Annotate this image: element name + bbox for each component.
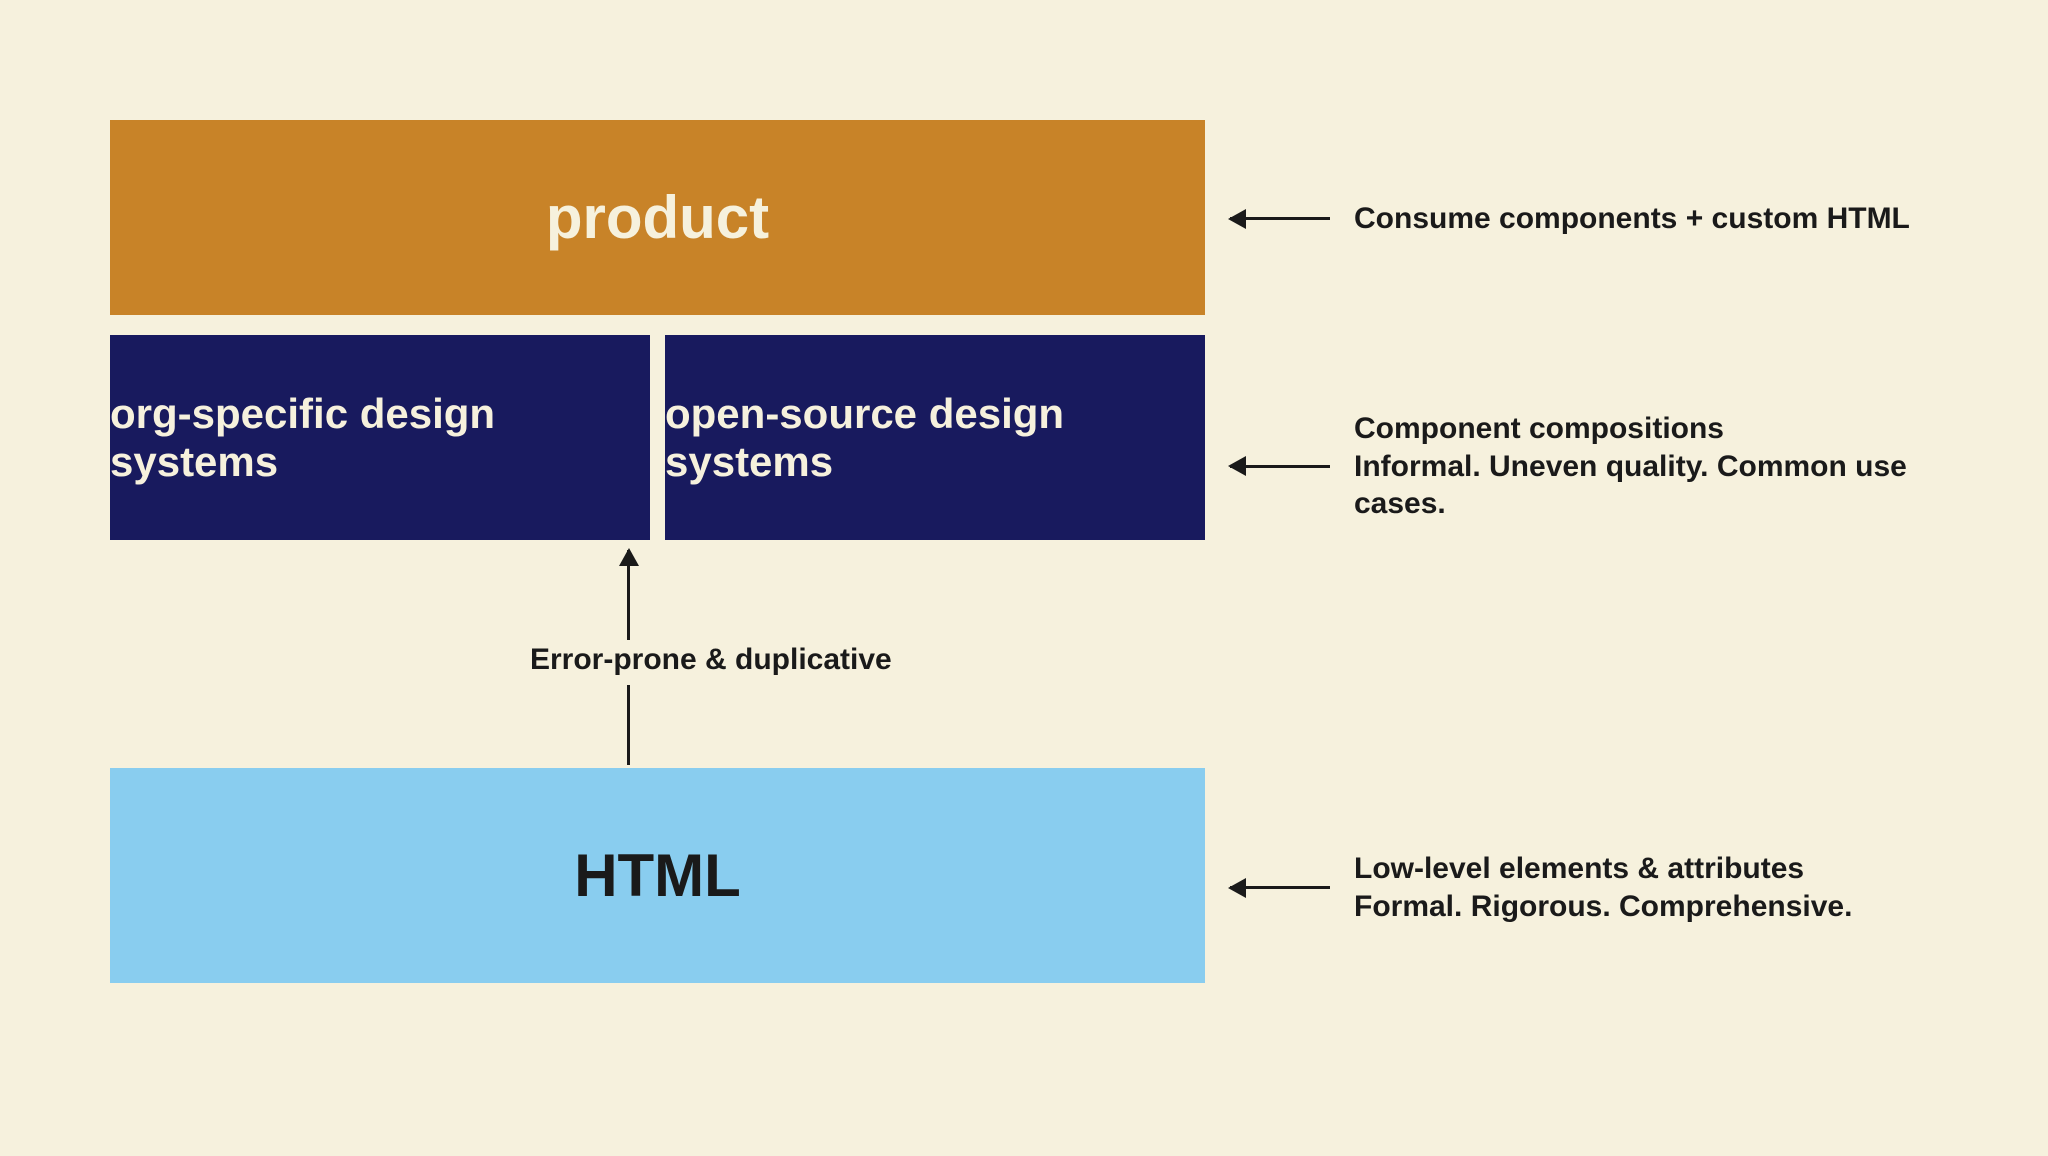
box-open-source-label: open-source design systems [665, 390, 1205, 486]
diagram-stage: product org-specific design systems open… [110, 120, 1910, 1020]
annotation-product: Consume components + custom HTML [1230, 200, 1910, 238]
annotation-ds-line1: Component compositions [1354, 410, 1910, 448]
box-product-label: product [546, 183, 769, 252]
box-html: HTML [110, 768, 1205, 983]
box-org-specific-label: org-specific design systems [110, 390, 650, 486]
annotation-product-text: Consume components + custom HTML [1354, 200, 1910, 238]
box-org-specific-design-systems: org-specific design systems [110, 335, 650, 540]
annotation-html-line2: Formal. Rigorous. Comprehensive. [1354, 888, 1852, 926]
arrow-left-icon [1230, 217, 1330, 220]
box-open-source-design-systems: open-source design systems [665, 335, 1205, 540]
annotation-ds-line2: Informal. Uneven quality. Common use cas… [1354, 448, 1910, 523]
box-product: product [110, 120, 1205, 315]
annotation-html-text: Low-level elements & attributes Formal. … [1354, 850, 1852, 925]
annotation-html-line1: Low-level elements & attributes [1354, 850, 1852, 888]
annotation-vertical-arrow: Error-prone & duplicative [520, 640, 902, 680]
annotation-design-systems: Component compositions Informal. Uneven … [1230, 410, 1910, 523]
annotation-html: Low-level elements & attributes Formal. … [1230, 850, 1852, 925]
arrow-left-icon [1230, 886, 1330, 889]
arrow-left-icon [1230, 465, 1330, 468]
annotation-design-systems-text: Component compositions Informal. Uneven … [1354, 410, 1910, 523]
box-html-label: HTML [574, 841, 741, 910]
